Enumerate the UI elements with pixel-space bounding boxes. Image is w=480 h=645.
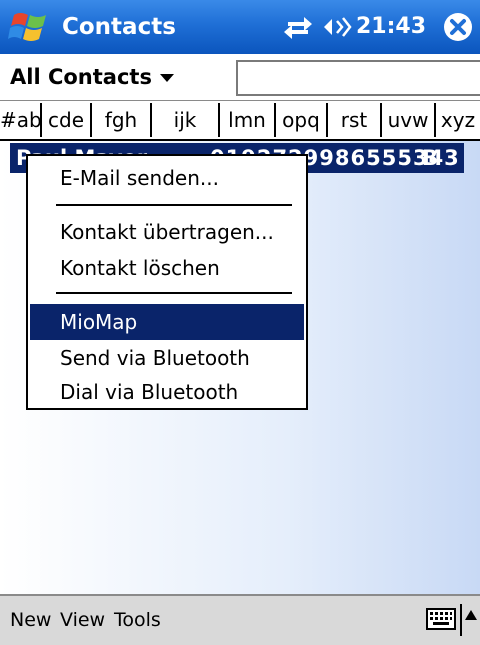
menu-item-transfer[interactable]: Kontakt übertragen... xyxy=(30,214,304,250)
menu-item-miomap[interactable]: MioMap xyxy=(30,304,304,340)
sip-divider xyxy=(460,604,462,636)
menu-item-dial-bluetooth[interactable]: Dial via Bluetooth xyxy=(30,374,304,410)
keyboard-icon[interactable] xyxy=(426,607,456,631)
menu-separator xyxy=(56,204,292,206)
tab-ab[interactable]: #ab xyxy=(0,103,42,137)
tab-fgh[interactable]: fgh xyxy=(92,103,152,137)
tab-rst[interactable]: rst xyxy=(328,103,382,137)
tab-xyz[interactable]: xyz xyxy=(436,103,480,137)
title-bar: Contacts 21:43 xyxy=(0,0,480,54)
clock[interactable]: 21:43 xyxy=(356,14,426,39)
category-label: All Contacts xyxy=(10,65,152,89)
tab-ijk[interactable]: ijk xyxy=(152,103,220,137)
contact-type: B xyxy=(422,146,439,170)
tab-lmn[interactable]: lmn xyxy=(220,103,276,137)
search-input[interactable] xyxy=(236,60,480,96)
letter-tabs: #ab cde fgh ijk lmn opq rst uvw xyz xyxy=(0,101,480,141)
menu-view[interactable]: View xyxy=(60,609,105,631)
context-menu: E-Mail senden... Kontakt übertragen... K… xyxy=(26,154,308,410)
menu-new[interactable]: New xyxy=(10,609,51,631)
chevron-up-icon[interactable] xyxy=(465,610,477,620)
bottom-menu-bar: New View Tools xyxy=(0,594,480,645)
filter-row: All Contacts xyxy=(0,54,480,101)
close-button[interactable] xyxy=(444,13,472,41)
menu-item-delete[interactable]: Kontakt löschen xyxy=(30,250,304,286)
menu-item-send-bluetooth[interactable]: Send via Bluetooth xyxy=(30,340,304,376)
menu-separator xyxy=(56,292,292,294)
menu-tools[interactable]: Tools xyxy=(114,609,161,631)
tab-opq[interactable]: opq xyxy=(276,103,328,137)
speaker-icon[interactable] xyxy=(322,14,352,40)
tab-cde[interactable]: cde xyxy=(42,103,92,137)
menu-item-email[interactable]: E-Mail senden... xyxy=(30,160,304,196)
app-title: Contacts xyxy=(62,14,176,40)
tab-uvw[interactable]: uvw xyxy=(382,103,436,137)
category-dropdown[interactable]: All Contacts xyxy=(10,65,174,89)
windows-start-icon[interactable] xyxy=(8,7,54,47)
sync-icon[interactable] xyxy=(282,14,314,40)
close-icon xyxy=(450,19,466,35)
chevron-down-icon xyxy=(159,74,174,82)
